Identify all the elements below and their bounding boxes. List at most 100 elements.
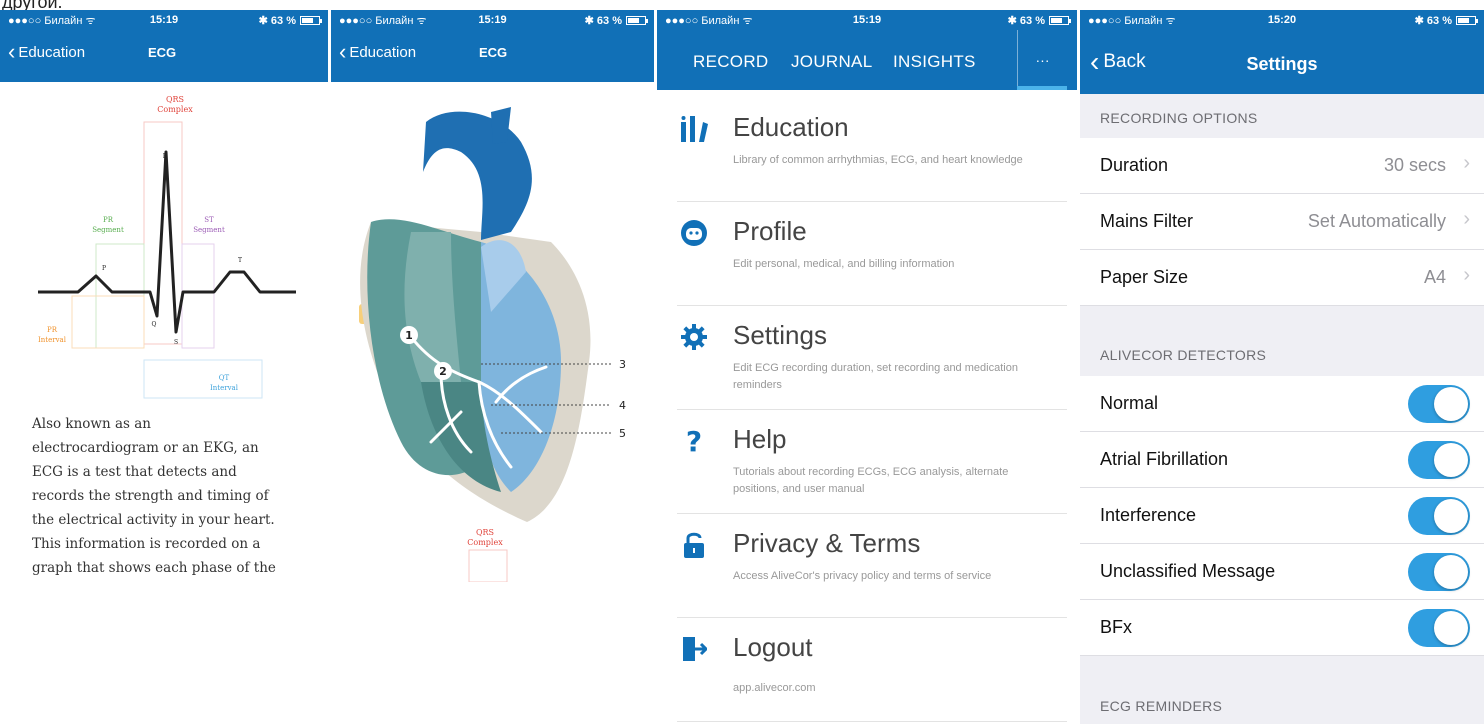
menu-item-settings[interactable]: Settings Edit ECG recording duration, se… bbox=[677, 306, 1067, 410]
battery-icon bbox=[300, 15, 322, 25]
battery-icon bbox=[1049, 15, 1071, 25]
detector-toggle[interactable] bbox=[1408, 497, 1470, 535]
detector-row-interference: Interference bbox=[1080, 488, 1484, 544]
status-bar: ●●●○○ Билайн ᯤ 15:19 ✱ 63 % bbox=[657, 10, 1077, 30]
text-line: the electrical activity in your heart. bbox=[32, 512, 275, 528]
marker-5-label: 5 bbox=[619, 427, 626, 440]
pr-segment-label: PR bbox=[103, 216, 114, 224]
detector-label: Atrial Fibrillation bbox=[1100, 449, 1229, 469]
menu-item-title: Settings bbox=[733, 320, 827, 350]
toggle-knob bbox=[1434, 387, 1468, 421]
ellipsis-icon: ··· bbox=[1035, 52, 1050, 68]
ecg-education-screen: ●●●○○ Билайн ᯤ 15:19 ✱ 63 % ‹ Education … bbox=[0, 10, 328, 724]
page-title: ECG bbox=[148, 45, 177, 60]
detector-toggle[interactable] bbox=[1408, 609, 1470, 647]
chevron-right-icon: › bbox=[1463, 152, 1470, 174]
more-menu-button[interactable]: ··· bbox=[1017, 30, 1067, 90]
toggle-knob bbox=[1434, 611, 1468, 645]
nav-bar: ‹ Education ECG bbox=[0, 30, 328, 82]
pr-interval-label-2: Interval bbox=[38, 336, 67, 344]
tab-record[interactable]: RECORD bbox=[693, 52, 768, 72]
bar-chart-icon bbox=[679, 114, 709, 144]
battery-icon bbox=[626, 15, 648, 25]
setting-label: Duration bbox=[1100, 155, 1169, 175]
nav-bar: ‹ Education ECG bbox=[331, 30, 654, 82]
setting-value: 30 secs bbox=[1383, 155, 1446, 175]
marker-2-label: 2 bbox=[439, 365, 447, 378]
qrs-label: QRS bbox=[166, 95, 184, 104]
detector-toggle[interactable] bbox=[1408, 385, 1470, 423]
chevron-right-icon: › bbox=[1463, 264, 1470, 286]
chevron-left-icon: ‹ bbox=[339, 39, 347, 64]
text-line: Also known as an bbox=[32, 416, 151, 432]
menu-item-description: Tutorials about recording ECGs, ECG anal… bbox=[733, 466, 1009, 495]
qrs-box bbox=[468, 549, 508, 582]
wave-q-label: Q bbox=[152, 321, 157, 328]
logout-icon bbox=[679, 634, 709, 664]
text-line: records the strength and timing of bbox=[32, 488, 269, 504]
menu-item-help[interactable]: ? Help Tutorials about recording ECGs, E… bbox=[677, 410, 1067, 514]
st-segment-box bbox=[181, 243, 215, 349]
battery-label: ✱ 63 % bbox=[1007, 14, 1045, 27]
carrier-label: ●●●○○ Билайн ᯤ bbox=[1088, 14, 1176, 27]
detector-toggle[interactable] bbox=[1408, 553, 1470, 591]
heart-diagram-screen: ●●●○○ Билайн ᯤ 15:19 ✱ 63 % ‹ Education … bbox=[331, 10, 654, 724]
detector-toggle[interactable] bbox=[1408, 441, 1470, 479]
chevron-left-icon: ‹ bbox=[8, 39, 16, 64]
setting-row-mains-filter[interactable]: Mains Filter Set Automatically › bbox=[1080, 194, 1484, 250]
nav-bar: ‹ Back Settings bbox=[1080, 30, 1484, 94]
menu-item-description: app.alivecor.com bbox=[733, 682, 816, 694]
setting-row-duration[interactable]: Duration 30 secs › bbox=[1080, 138, 1484, 194]
battery-label: ✱ 63 % bbox=[584, 14, 622, 27]
wave-r-label: R bbox=[163, 153, 168, 160]
menu-item-title: Profile bbox=[733, 216, 807, 246]
question-icon: ? bbox=[679, 426, 709, 456]
wave-t-label: T bbox=[238, 257, 242, 264]
status-bar: ●●●○○ Билайн ᯤ 15:20 ✱ 63 % bbox=[1080, 10, 1484, 30]
wave-s-label: S bbox=[174, 339, 178, 346]
face-icon bbox=[679, 218, 709, 248]
marker-3-label: 3 bbox=[619, 358, 626, 371]
menu-item-privacy-terms[interactable]: Privacy & Terms Access AliveCor's privac… bbox=[677, 514, 1067, 618]
section-header-recording: RECORDING OPTIONS bbox=[1100, 110, 1258, 126]
setting-label: Mains Filter bbox=[1100, 211, 1194, 231]
carrier-label: ●●●○○ Билайн ᯤ bbox=[339, 14, 427, 27]
detector-label: Unclassified Message bbox=[1100, 561, 1276, 581]
st-segment-label-2: Segment bbox=[193, 226, 225, 234]
detector-row-normal: Normal bbox=[1080, 376, 1484, 432]
tab-insights[interactable]: INSIGHTS bbox=[893, 52, 976, 72]
battery-label: ✱ 63 % bbox=[258, 14, 296, 27]
back-button[interactable]: ‹ Education bbox=[8, 39, 85, 64]
ecg-diagram: QRS Complex PR Segment ST Segment PR Int… bbox=[38, 95, 296, 399]
aorta bbox=[423, 111, 532, 240]
tab-journal[interactable]: JOURNAL bbox=[791, 52, 872, 72]
carrier-label: ●●●○○ Билайн ᯤ bbox=[8, 14, 96, 27]
pr-segment-label-2: Segment bbox=[92, 226, 124, 234]
wave-p-label: P bbox=[102, 265, 106, 272]
menu-item-profile[interactable]: Profile Edit personal, medical, and bill… bbox=[677, 202, 1067, 306]
menu-item-title: Logout bbox=[733, 632, 813, 662]
section-header-detectors: ALIVECOR DETECTORS bbox=[1100, 347, 1267, 363]
active-tab-indicator bbox=[1017, 86, 1067, 90]
page-title: Settings bbox=[1246, 54, 1318, 74]
tab-bar: RECORD JOURNAL INSIGHTS ··· bbox=[657, 30, 1077, 90]
ecg-description: Also known as an electrocardiogram or an… bbox=[32, 412, 312, 580]
carrier-label: ●●●○○ Билайн ᯤ bbox=[665, 14, 753, 27]
qrs-label: QRS bbox=[476, 528, 494, 537]
settings-screen: ●●●○○ Билайн ᯤ 15:20 ✱ 63 % ‹ Back Setti… bbox=[1080, 10, 1484, 724]
qt-interval-label: QT bbox=[219, 374, 230, 382]
text-line: graph that shows each phase of the bbox=[32, 560, 276, 576]
menu-item-logout[interactable]: Logout app.alivecor.com bbox=[677, 618, 1067, 722]
text-line: electrocardiogram or an EKG, an bbox=[32, 440, 259, 456]
menu-item-education[interactable]: Education Library of common arrhythmias,… bbox=[677, 98, 1067, 202]
setting-row-paper-size[interactable]: Paper Size A4 › bbox=[1080, 250, 1484, 306]
qrs-label-2: Complex bbox=[467, 538, 503, 547]
back-button[interactable]: ‹ Education bbox=[339, 39, 416, 64]
setting-label: Paper Size bbox=[1100, 267, 1189, 287]
menu-item-description: Edit ECG recording duration, set recordi… bbox=[733, 362, 1018, 391]
setting-value: A4 bbox=[1423, 267, 1446, 287]
menu-item-title: Help bbox=[733, 424, 787, 454]
setting-value: Set Automatically bbox=[1307, 211, 1446, 231]
menu-item-title: Privacy & Terms bbox=[733, 528, 921, 558]
status-bar: ●●●○○ Билайн ᯤ 15:19 ✱ 63 % bbox=[0, 10, 328, 30]
